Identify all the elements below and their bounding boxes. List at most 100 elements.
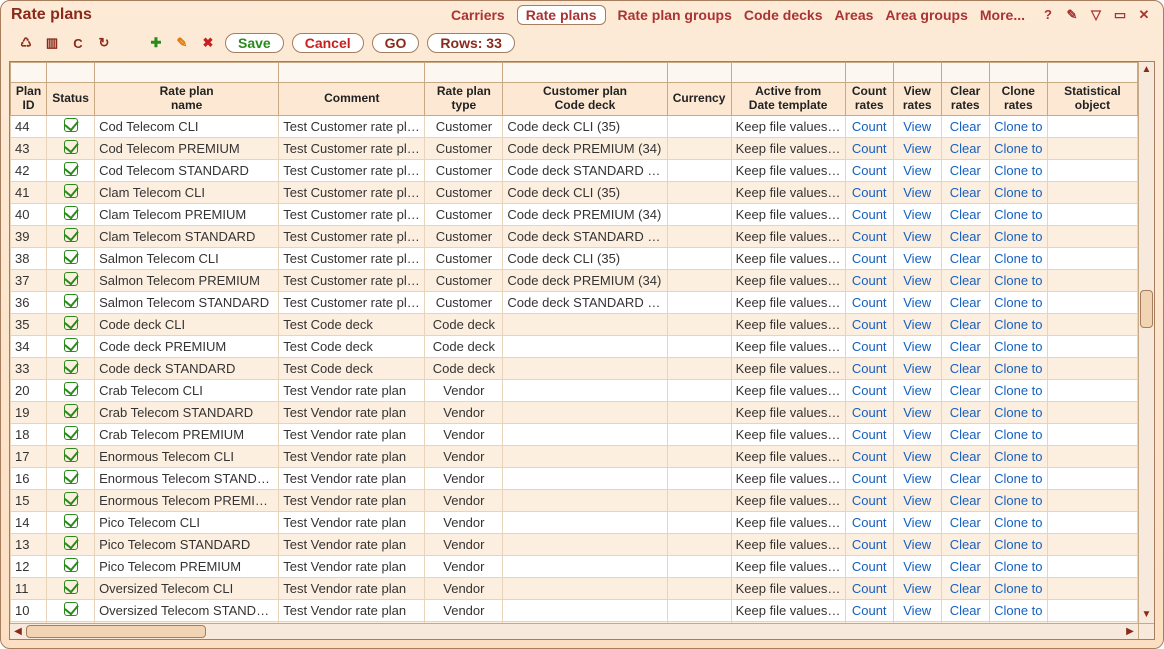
col-header-clone[interactable]: Clonerates: [989, 83, 1047, 116]
status-check-icon[interactable]: [64, 536, 78, 550]
count-link[interactable]: Count: [852, 427, 887, 442]
col-header-view[interactable]: Viewrates: [893, 83, 941, 116]
count-link[interactable]: Count: [852, 559, 887, 574]
clone-link[interactable]: Clone to: [994, 603, 1042, 618]
clone-link[interactable]: Clone to: [994, 493, 1042, 508]
nav-areas[interactable]: Areas: [834, 7, 873, 23]
scroll-right-icon[interactable]: ▶: [1122, 626, 1138, 637]
cell-status[interactable]: [47, 577, 95, 599]
nav-area-groups[interactable]: Area groups: [885, 7, 967, 23]
reload-icon[interactable]: ↻: [95, 34, 113, 52]
clone-link[interactable]: Clone to: [994, 449, 1042, 464]
count-link[interactable]: Count: [852, 229, 887, 244]
filter-status[interactable]: [47, 64, 94, 82]
cancel-button[interactable]: Cancel: [292, 33, 364, 53]
clear-link[interactable]: Clear: [950, 229, 981, 244]
clear-link[interactable]: Clear: [950, 141, 981, 156]
count-link[interactable]: Count: [852, 603, 887, 618]
clone-link[interactable]: Clone to: [994, 251, 1042, 266]
table-row[interactable]: 18Crab Telecom PREMIUMTest Vendor rate p…: [11, 423, 1138, 445]
cell-status[interactable]: [47, 137, 95, 159]
clear-link[interactable]: Clear: [950, 361, 981, 376]
filter-curr[interactable]: [668, 64, 731, 82]
clone-link[interactable]: Clone to: [994, 383, 1042, 398]
count-link[interactable]: Count: [852, 339, 887, 354]
nav-carriers[interactable]: Carriers: [451, 7, 505, 23]
count-link[interactable]: Count: [852, 471, 887, 486]
clone-link[interactable]: Clone to: [994, 339, 1042, 354]
status-check-icon[interactable]: [64, 162, 78, 176]
view-link[interactable]: View: [903, 207, 931, 222]
clone-link[interactable]: Clone to: [994, 405, 1042, 420]
table-row[interactable]: 17Enormous Telecom CLITest Vendor rate p…: [11, 445, 1138, 467]
status-check-icon[interactable]: [64, 206, 78, 220]
vertical-scrollbar[interactable]: ▲ ▼: [1138, 62, 1154, 623]
clone-link[interactable]: Clone to: [994, 537, 1042, 552]
clear-link[interactable]: Clear: [950, 339, 981, 354]
col-header-active[interactable]: Active fromDate template: [731, 83, 845, 116]
clone-link[interactable]: Clone to: [994, 581, 1042, 596]
clone-link[interactable]: Clone to: [994, 471, 1042, 486]
table-row[interactable]: 43Cod Telecom PREMIUMTest Customer rate …: [11, 137, 1138, 159]
clear-link[interactable]: Clear: [950, 515, 981, 530]
cell-status[interactable]: [47, 401, 95, 423]
view-link[interactable]: View: [903, 317, 931, 332]
filter-type[interactable]: [425, 64, 502, 82]
cell-status[interactable]: [47, 467, 95, 489]
view-link[interactable]: View: [903, 339, 931, 354]
count-link[interactable]: Count: [852, 273, 887, 288]
status-check-icon[interactable]: [64, 514, 78, 528]
view-link[interactable]: View: [903, 119, 931, 134]
clear-link[interactable]: Clear: [950, 251, 981, 266]
count-link[interactable]: Count: [852, 251, 887, 266]
scroll-up-icon[interactable]: ▲: [1142, 62, 1152, 78]
clone-link[interactable]: Clone to: [994, 361, 1042, 376]
col-header-name[interactable]: Rate planname: [95, 83, 279, 116]
count-link[interactable]: Count: [852, 207, 887, 222]
cell-status[interactable]: [47, 247, 95, 269]
collapse-icon[interactable]: ▽: [1087, 7, 1105, 23]
scroll-thumb-v[interactable]: [1140, 290, 1153, 328]
scroll-track-v[interactable]: [1139, 78, 1154, 607]
filter-clone[interactable]: [990, 64, 1047, 82]
clear-link[interactable]: Clear: [950, 163, 981, 178]
count-link[interactable]: Count: [852, 449, 887, 464]
table-row[interactable]: 10Oversized Telecom STANDARDTest Vendor …: [11, 599, 1138, 621]
refresh-icon[interactable]: C: [69, 34, 87, 52]
clear-link[interactable]: Clear: [950, 559, 981, 574]
status-check-icon[interactable]: [64, 338, 78, 352]
cell-status[interactable]: [47, 423, 95, 445]
table-row[interactable]: 13Pico Telecom STANDARDTest Vendor rate …: [11, 533, 1138, 555]
clear-link[interactable]: Clear: [950, 405, 981, 420]
table-row[interactable]: 15Enormous Telecom PREMIUMTest Vendor ra…: [11, 489, 1138, 511]
view-link[interactable]: View: [903, 383, 931, 398]
clear-link[interactable]: Clear: [950, 427, 981, 442]
cell-status[interactable]: [47, 511, 95, 533]
table-row[interactable]: 42Cod Telecom STANDARDTest Customer rate…: [11, 159, 1138, 181]
count-link[interactable]: Count: [852, 493, 887, 508]
status-check-icon[interactable]: [64, 580, 78, 594]
filter-id[interactable]: [11, 64, 46, 82]
view-link[interactable]: View: [903, 405, 931, 420]
filter-name[interactable]: [95, 64, 278, 82]
status-check-icon[interactable]: [64, 250, 78, 264]
table-row[interactable]: 14Pico Telecom CLITest Vendor rate planV…: [11, 511, 1138, 533]
nav-more-[interactable]: More...: [980, 7, 1025, 23]
status-check-icon[interactable]: [64, 228, 78, 242]
table-row[interactable]: 36Salmon Telecom STANDARDTest Customer r…: [11, 291, 1138, 313]
cell-status[interactable]: [47, 291, 95, 313]
clone-link[interactable]: Clone to: [994, 119, 1042, 134]
table-row[interactable]: 41Clam Telecom CLITest Customer rate pla…: [11, 181, 1138, 203]
table-row[interactable]: 37Salmon Telecom PREMIUMTest Customer ra…: [11, 269, 1138, 291]
clear-link[interactable]: Clear: [950, 537, 981, 552]
scroll-left-icon[interactable]: ◀: [10, 626, 26, 637]
cell-status[interactable]: [47, 335, 95, 357]
clear-link[interactable]: Clear: [950, 273, 981, 288]
view-link[interactable]: View: [903, 427, 931, 442]
filter-stat[interactable]: [1048, 64, 1137, 82]
cell-status[interactable]: [47, 445, 95, 467]
table-row[interactable]: 19Crab Telecom STANDARDTest Vendor rate …: [11, 401, 1138, 423]
view-link[interactable]: View: [903, 141, 931, 156]
count-link[interactable]: Count: [852, 405, 887, 420]
cell-status[interactable]: [47, 313, 95, 335]
